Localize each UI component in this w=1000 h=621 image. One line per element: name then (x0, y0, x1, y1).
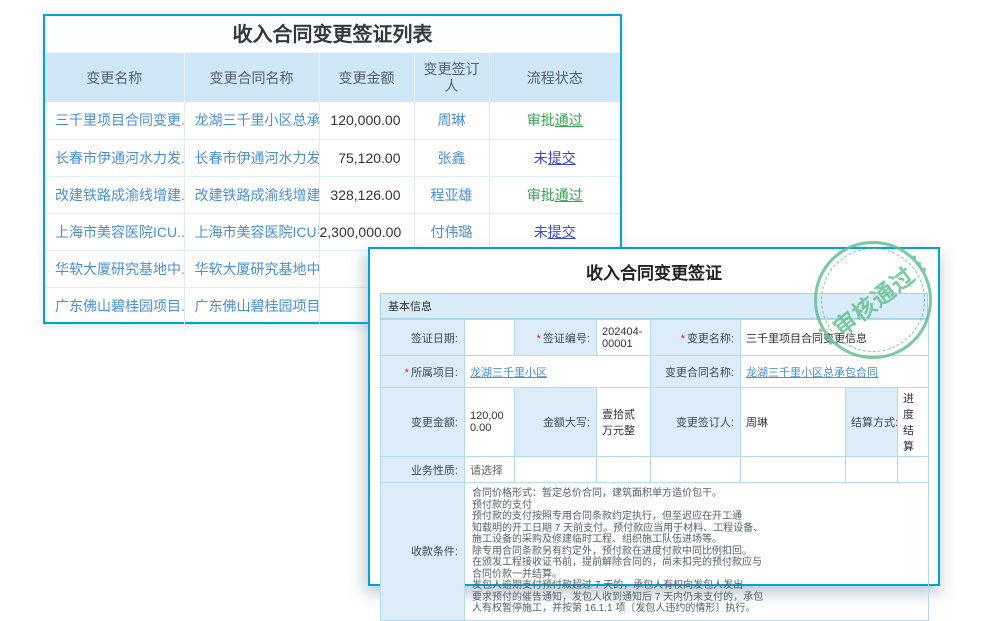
required-mark-icon: * (537, 333, 541, 345)
status-cell: 未提交 (489, 213, 620, 250)
signer-cell: 张鑫 (414, 139, 489, 176)
empty-cell (741, 457, 846, 483)
amount-words-label: 金额大写: (515, 388, 597, 457)
conditions-label: 收款条件: (381, 483, 465, 621)
signer-label: 变更签订人: (651, 388, 741, 457)
settlement-label: 结算方式: (846, 388, 898, 457)
visa-no-field[interactable]: 202404-00001 (597, 320, 651, 356)
basic-info-form: 签证日期: *签证编号: 202404-00001 *变更名称: 三千里项目合同… (380, 319, 929, 621)
status-link[interactable]: 通过 (555, 112, 583, 128)
project-label-text: 所属项目: (411, 367, 458, 379)
status-link[interactable]: 提交 (548, 224, 576, 240)
amount-cell: 2,300,000.00 (319, 213, 414, 250)
business-label: 业务性质: (381, 457, 465, 483)
visa-no-label-text: 签证编号: (543, 333, 590, 345)
form-row-visa: 签证日期: *签证编号: 202404-00001 *变更名称: 三千里项目合同… (381, 320, 929, 356)
project-field: 龙湖三千里小区 (465, 356, 651, 388)
table-header-row: 变更名称 变更合同名称 变更金额 变更签订人 流程状态 (45, 54, 620, 102)
amount-field[interactable]: 120,000.00 (465, 388, 515, 457)
status-prefix: 未 (534, 224, 548, 240)
empty-cell (846, 457, 898, 483)
table-row: 上海市美容医院ICU... 上海市美容医院ICU手... 2,300,000.0… (45, 213, 620, 250)
table-row: 长春市伊通河水力发... 长春市伊通河水力发... 75,120.00 张鑫 未… (45, 139, 620, 176)
change-name-link[interactable]: 长春市伊通河水力发... (45, 139, 184, 176)
form-row-amount: 变更金额: 120,000.00 金额大写: 壹拾贰万元整 变更签订人: 周琳 … (381, 388, 929, 457)
form-row-project: *所属项目: 龙湖三千里小区 变更合同名称: 龙湖三千里小区总承包合同 (381, 356, 929, 388)
change-name-label: *变更名称: (651, 320, 741, 356)
contract-name-link[interactable]: 广东佛山碧桂园项目 (184, 287, 319, 324)
change-name-link[interactable]: 华软大厦研究基地中... (45, 250, 184, 287)
status-prefix: 审批 (527, 112, 555, 128)
contract-name-link[interactable]: 华软大厦研究基地中... (184, 250, 319, 287)
visa-date-label: 签证日期: (381, 320, 465, 356)
empty-cell (898, 457, 929, 483)
change-contract-link[interactable]: 龙湖三千里小区总承包合同 (746, 367, 878, 379)
empty-cell (597, 457, 651, 483)
project-label: *所属项目: (381, 356, 465, 388)
change-name-link[interactable]: 三千里项目合同变更... (45, 102, 184, 139)
conditions-field: 合同价格形式：暂定总价合同，建筑面积单方造价包干。 预付款的支付 预付款的支付按… (465, 483, 929, 621)
amount-cell: 120,000.00 (319, 102, 414, 139)
required-mark-icon: * (405, 367, 409, 379)
change-name-label-text: 变更名称: (687, 333, 734, 345)
status-cell: 审批通过 (489, 102, 620, 139)
visa-no-label: *签证编号: (515, 320, 597, 356)
amount-cell: 75,120.00 (319, 139, 414, 176)
contract-name-link[interactable]: 改建铁路成渝线增建... (184, 176, 319, 213)
amount-words-field: 壹拾贰万元整 (597, 388, 651, 457)
column-header-status: 流程状态 (489, 54, 620, 102)
contract-name-link[interactable]: 长春市伊通河水力发... (184, 139, 319, 176)
empty-cell (651, 457, 741, 483)
empty-cell (515, 457, 597, 483)
status-cell: 审批通过 (489, 176, 620, 213)
status-prefix: 未 (534, 150, 548, 166)
project-link[interactable]: 龙湖三千里小区 (470, 367, 547, 379)
settlement-field[interactable]: 进度结算 (898, 388, 929, 457)
signer-cell: 付伟璐 (414, 213, 489, 250)
table-row: 改建铁路成渝线增建... 改建铁路成渝线增建... 328,126.00 程亚雄… (45, 176, 620, 213)
conditions-text: 合同价格形式：暂定总价合同，建筑面积单方造价包干。 预付款的支付 预付款的支付按… (470, 485, 923, 618)
contract-change-detail-panel: 收入合同变更签证 基本信息 签证日期: *签证编号: 202404-00001 … (368, 247, 940, 586)
required-mark-icon: * (681, 333, 685, 345)
contract-name-link[interactable]: 龙湖三千里小区总承... (184, 102, 319, 139)
signer-cell: 周琳 (414, 102, 489, 139)
column-header-contract-name: 变更合同名称 (184, 54, 319, 102)
signer-cell: 程亚雄 (414, 176, 489, 213)
detail-panel-title: 收入合同变更签证 (370, 249, 938, 293)
status-cell: 未提交 (489, 139, 620, 176)
change-contract-field: 龙湖三千里小区总承包合同 (741, 356, 929, 388)
status-link[interactable]: 通过 (555, 187, 583, 203)
change-contract-label: 变更合同名称: (651, 356, 741, 388)
change-name-link[interactable]: 广东佛山碧桂园项目... (45, 287, 184, 324)
status-prefix: 审批 (527, 187, 555, 203)
column-header-change-name: 变更名称 (45, 54, 184, 102)
change-name-field[interactable]: 三千里项目合同变更信息 (741, 320, 929, 356)
visa-date-field[interactable] (465, 320, 515, 356)
list-panel-title: 收入合同变更签证列表 (45, 16, 620, 54)
change-name-link[interactable]: 改建铁路成渝线增建... (45, 176, 184, 213)
signer-field[interactable]: 周琳 (741, 388, 846, 457)
table-row: 三千里项目合同变更... 龙湖三千里小区总承... 120,000.00 周琳 … (45, 102, 620, 139)
contract-name-link[interactable]: 上海市美容医院ICU手... (184, 213, 319, 250)
amount-label: 变更金额: (381, 388, 465, 457)
change-name-link[interactable]: 上海市美容医院ICU... (45, 213, 184, 250)
basic-info-section-header: 基本信息 (380, 293, 928, 319)
form-row-conditions: 收款条件: 合同价格形式：暂定总价合同，建筑面积单方造价包干。 预付款的支付 预… (381, 483, 929, 621)
form-row-business: 业务性质: 请选择 (381, 457, 929, 483)
business-select[interactable]: 请选择 (465, 457, 515, 483)
amount-cell: 328,126.00 (319, 176, 414, 213)
status-link[interactable]: 提交 (548, 150, 576, 166)
column-header-signer: 变更签订人 (414, 54, 489, 102)
column-header-amount: 变更金额 (319, 54, 414, 102)
business-select-placeholder[interactable]: 请选择 (470, 465, 503, 477)
